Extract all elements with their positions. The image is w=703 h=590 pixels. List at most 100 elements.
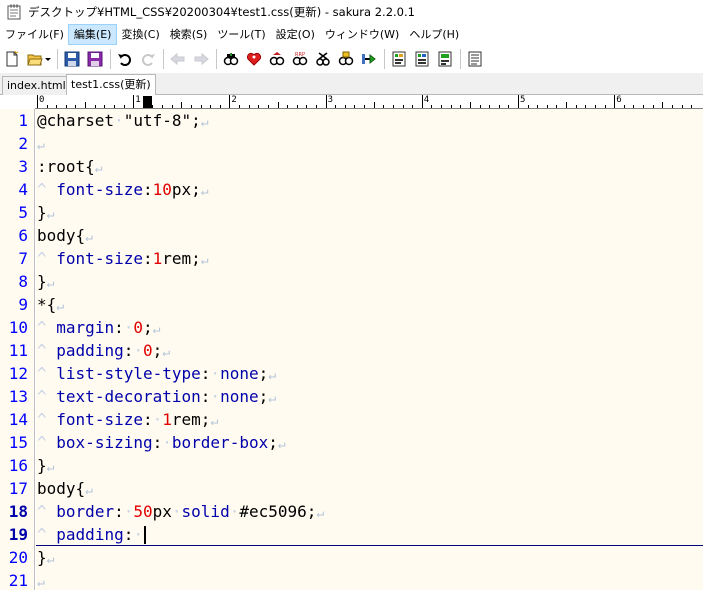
tab-test1-css[interactable]: test1.css(更新): [66, 74, 156, 95]
whitespace-mark: ^: [37, 341, 47, 360]
search-heart-icon[interactable]: [244, 48, 264, 70]
menu-item-2[interactable]: 変換(C): [116, 25, 164, 44]
newline-mark: ↵: [37, 575, 45, 590]
code-text[interactable]: ^ text-decoration:·none;↵: [37, 385, 276, 410]
code-line[interactable]: 7 ^ font-size:1rem;↵: [0, 247, 703, 270]
code-line[interactable]: 3:root{↵: [0, 155, 703, 178]
open-file-icon[interactable]: [25, 48, 45, 70]
save-icon[interactable]: [62, 48, 82, 70]
newline-mark: ↵: [46, 552, 55, 567]
ruler-tick: [691, 105, 693, 108]
code-text[interactable]: ↵: [37, 569, 45, 590]
code-line[interactable]: 4 ^ font-size:10px;↵: [0, 178, 703, 201]
code-line[interactable]: 14 ^ font-size:·1rem;↵: [0, 408, 703, 431]
code-token: 0: [143, 341, 153, 360]
whitespace-mark: ·: [152, 410, 163, 429]
menu-item-5[interactable]: 設定(O): [271, 25, 320, 44]
code-text[interactable]: *{↵: [37, 293, 64, 318]
menu-item-3[interactable]: 検索(S): [165, 25, 213, 44]
code-line[interactable]: 11 ^ padding:·0;↵: [0, 339, 703, 362]
code-line[interactable]: 18 ^ border:·50px·solid·#ec5096;↵: [0, 500, 703, 523]
ruler-tick: [181, 102, 183, 108]
ruler-tick: [412, 105, 414, 108]
code-line[interactable]: 8}↵: [0, 270, 703, 293]
search-prev-icon[interactable]: [267, 48, 287, 70]
code-line[interactable]: 20}↵: [0, 546, 703, 569]
menu-item-7[interactable]: ヘルプ(H): [404, 25, 464, 44]
toolbar-separator: [57, 49, 58, 69]
tag-jump-icon[interactable]: [435, 48, 455, 70]
toolbar-separator: [163, 49, 164, 69]
ruler-tick: [450, 105, 452, 108]
newline-mark: ↵: [200, 184, 209, 199]
jump-forward-icon[interactable]: [191, 48, 211, 70]
code-text[interactable]: ^ font-size:·1rem;↵: [37, 408, 218, 433]
newline-mark: ↵: [200, 115, 209, 130]
ruler-label: 5: [520, 95, 526, 105]
code-line[interactable]: 16}↵: [0, 454, 703, 477]
code-line[interactable]: 2 ↵: [0, 132, 703, 155]
code-text[interactable]: ^ padding:·: [37, 523, 143, 546]
bookmark-search-icon[interactable]: [336, 48, 356, 70]
code-text[interactable]: body{↵: [37, 224, 93, 249]
code-text[interactable]: ↵: [37, 132, 45, 157]
ruler-tick: [364, 105, 366, 108]
code-line[interactable]: 15 ^ box-sizing:·border-box;↵: [0, 431, 703, 454]
code-line[interactable]: 13 ^ text-decoration:·none;↵: [0, 385, 703, 408]
ruler-tick: [498, 105, 500, 108]
code-text[interactable]: :root{↵: [37, 155, 103, 180]
code-line[interactable]: 17 body{↵: [0, 477, 703, 500]
newline-mark: ↵: [316, 506, 325, 521]
code-text[interactable]: ^ padding:·0;↵: [37, 339, 170, 364]
code-line[interactable]: 19 ^ padding:·: [0, 523, 703, 546]
code-line[interactable]: 9 *{↵: [0, 293, 703, 316]
new-file-icon[interactable]: [2, 48, 22, 70]
open-dropdown-icon[interactable]: [44, 48, 52, 70]
ruler-tick: [335, 105, 337, 108]
code-text[interactable]: ^ font-size:1rem;↵: [37, 247, 209, 272]
code-text[interactable]: }↵: [37, 201, 54, 226]
code-text[interactable]: ^ box-sizing:·border-box;↵: [37, 431, 286, 456]
search-icon[interactable]: [221, 48, 241, 70]
code-line[interactable]: 6 body{↵: [0, 224, 703, 247]
ruler-tick: [469, 102, 471, 108]
code-text[interactable]: @charset·"utf-8";↵: [37, 109, 209, 134]
menu-item-6[interactable]: ウィンドウ(W): [320, 25, 404, 44]
code-text[interactable]: ^ border:·50px·solid·#ec5096;↵: [37, 500, 324, 525]
redo-icon[interactable]: [138, 48, 158, 70]
search-next-icon[interactable]: RRP: [290, 48, 310, 70]
menu-item-0[interactable]: ファイル(F): [0, 25, 69, 44]
settings-icon[interactable]: [465, 48, 485, 70]
code-text[interactable]: }↵: [37, 546, 54, 571]
outline-icon[interactable]: [389, 48, 409, 70]
code-text[interactable]: ^ list-style-type:·none;↵: [37, 362, 276, 387]
ruler-tick: [556, 105, 558, 108]
code-text[interactable]: ^ margin:·0;↵: [37, 316, 160, 341]
ruler-tick: [633, 105, 635, 108]
code-text[interactable]: ^ font-size:10px;↵: [37, 178, 209, 203]
grep-icon[interactable]: [359, 48, 379, 70]
code-line[interactable]: 5}↵: [0, 201, 703, 224]
code-line[interactable]: 1 @charset·"utf-8";↵: [0, 109, 703, 132]
ruler-tick: [296, 105, 298, 108]
menu-item-4[interactable]: ツール(T): [212, 25, 270, 44]
ruler-tick: [171, 105, 173, 108]
tab-index-html[interactable]: index.html: [2, 76, 71, 95]
jump-back-icon[interactable]: [168, 48, 188, 70]
replace-icon[interactable]: [313, 48, 333, 70]
undo-icon[interactable]: [115, 48, 135, 70]
compare-icon[interactable]: [412, 48, 432, 70]
line-number: 17: [8, 479, 28, 498]
ruler-tick: [575, 105, 577, 108]
ruler-tick: [248, 105, 250, 108]
code-text[interactable]: }↵: [37, 270, 54, 295]
code-text[interactable]: body{↵: [37, 477, 93, 502]
code-line[interactable]: 21 ↵: [0, 569, 703, 590]
save-all-icon[interactable]: [85, 48, 105, 70]
code-line[interactable]: 10 ^ margin:·0;↵: [0, 316, 703, 339]
editor[interactable]: 1 @charset·"utf-8";↵ 2 ↵ 3:root{↵ 4 ^ font-siz…: [0, 109, 703, 590]
code-line[interactable]: 12 ^ list-style-type:·none;↵: [0, 362, 703, 385]
menu-item-1[interactable]: 編集(E): [67, 24, 118, 45]
code-text[interactable]: }↵: [37, 454, 54, 479]
